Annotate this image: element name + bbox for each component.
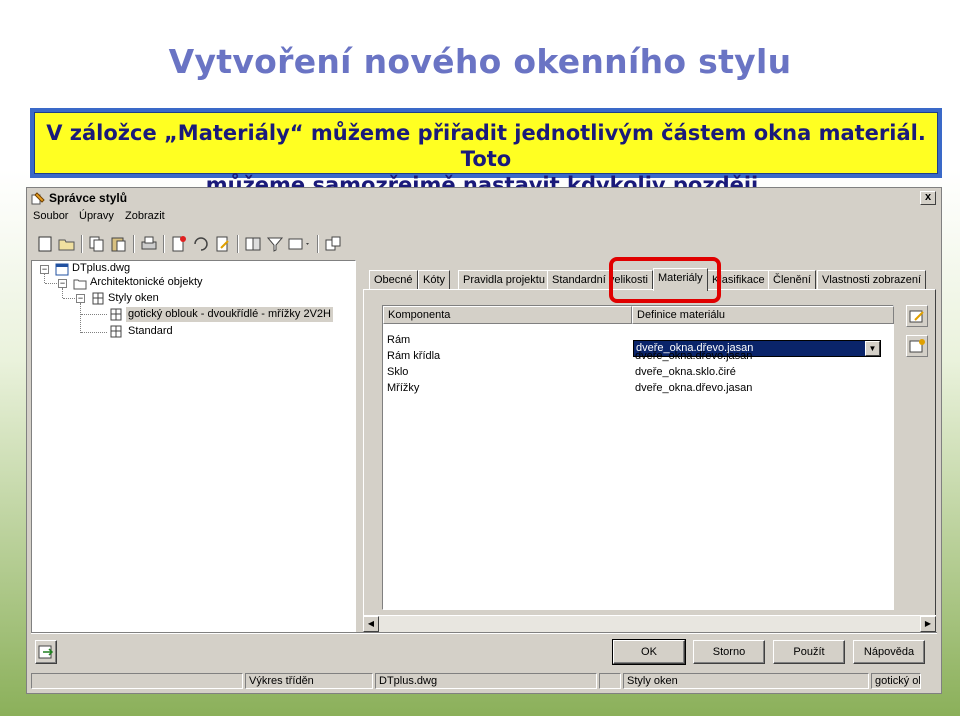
note-line-1: V záložce „Materiály“ můžeme přiřadit je…	[46, 121, 926, 171]
tree-styles[interactable]: Styly oken	[108, 291, 159, 306]
tree-item-standard[interactable]: Standard	[128, 324, 173, 339]
header-material[interactable]: Definice materiálu	[632, 306, 894, 324]
export-button[interactable]	[35, 640, 57, 664]
tab-highlight-frame	[609, 257, 721, 303]
collapse-icon[interactable]: −	[76, 294, 85, 303]
title-bar[interactable]: Správce stylů x	[27, 188, 941, 209]
tab-panel: Komponenta Definice materiálu Rám dveře_…	[363, 289, 936, 634]
tree-root[interactable]: DTplus.dwg	[72, 261, 130, 276]
window-title: Správce stylů	[49, 191, 128, 205]
paste-icon[interactable]	[109, 234, 129, 254]
menu-zobrazit[interactable]: Zobrazit	[125, 210, 165, 222]
row-component[interactable]: Sklo	[387, 366, 408, 378]
menu-soubor[interactable]: Soubor	[33, 210, 68, 222]
horizontal-scrollbar[interactable]: ◀ ▶	[363, 615, 936, 632]
status-category: Styly oken	[623, 673, 869, 689]
tab-zobrazeni[interactable]: Vlastnosti zobrazení	[817, 270, 927, 290]
edit-material-button[interactable]	[906, 305, 928, 327]
purge-icon[interactable]	[191, 234, 211, 254]
new-material-button[interactable]	[906, 335, 928, 357]
sync-icon[interactable]	[323, 234, 343, 254]
tree-folder[interactable]: Architektonické objekty	[90, 275, 203, 290]
status-file: DTplus.dwg	[375, 673, 597, 689]
copy-icon[interactable]	[87, 234, 107, 254]
view-list-icon[interactable]	[287, 234, 313, 254]
collapse-icon[interactable]: −	[40, 265, 49, 274]
cancel-button[interactable]: Storno	[693, 640, 765, 664]
edit-icon[interactable]	[213, 234, 233, 254]
menu-upravy[interactable]: Úpravy	[79, 210, 114, 222]
drawing-icon	[55, 263, 69, 276]
status-sort: Výkres tříděn	[245, 673, 373, 689]
chevron-down-icon[interactable]: ▼	[865, 341, 880, 356]
note-box: V záložce „Materiály“ můžeme přiřadit je…	[30, 108, 942, 197]
status-item: gotický ob	[871, 673, 921, 689]
app-icon	[31, 191, 45, 205]
new-style-icon[interactable]	[169, 234, 189, 254]
style-tree[interactable]: − DTplus.dwg − Architektonické objekty −…	[31, 260, 356, 634]
style-manager-window: Správce stylů x Soubor Úpravy Zobrazit −…	[26, 187, 942, 694]
scroll-left-icon[interactable]: ◀	[363, 616, 379, 632]
close-button[interactable]: x	[920, 191, 936, 205]
row-material[interactable]: dveře_okna.dřevo.jasan	[635, 382, 752, 394]
open-icon[interactable]	[57, 234, 77, 254]
window-style-icon	[109, 308, 123, 321]
properties-panel: Obecné Kóty Pravidla projektu Standardní…	[363, 268, 936, 634]
ok-button[interactable]: OK	[612, 639, 686, 665]
new-icon[interactable]	[35, 234, 55, 254]
row-component[interactable]: Rám	[387, 334, 410, 346]
header-component[interactable]: Komponenta	[383, 306, 632, 324]
scroll-right-icon[interactable]: ▶	[920, 616, 936, 632]
print-icon[interactable]	[139, 234, 159, 254]
toggle-view-icon[interactable]	[243, 234, 263, 254]
filter-icon[interactable]	[265, 234, 285, 254]
tab-koty[interactable]: Kóty	[418, 270, 451, 290]
row-component[interactable]: Mřížky	[387, 382, 419, 394]
row-component[interactable]: Rám křídla	[387, 350, 440, 362]
tab-cleneni[interactable]: Členění	[768, 270, 816, 290]
materials-grid: Komponenta Definice materiálu Rám dveře_…	[382, 305, 894, 610]
toolbar	[31, 232, 931, 258]
row-material[interactable]: dveře_okna.dřevo.jasan	[635, 350, 752, 362]
status-bar: Výkres tříděn DTplus.dwg Styly oken goti…	[27, 672, 941, 690]
tab-pravidla[interactable]: Pravidla projektu	[458, 270, 550, 290]
window-style-icon	[91, 292, 105, 305]
folder-icon	[73, 277, 87, 290]
collapse-icon[interactable]: −	[58, 279, 67, 288]
row-material[interactable]: dveře_okna.sklo.čiré	[635, 366, 736, 378]
tab-obecne[interactable]: Obecné	[369, 270, 418, 290]
slide-title: Vytvoření nového okenního stylu	[168, 42, 792, 81]
help-button[interactable]: Nápověda	[853, 640, 925, 664]
apply-button[interactable]: Použít	[773, 640, 845, 664]
window-style-icon	[109, 325, 123, 338]
tree-item-selected[interactable]: gotický oblouk - dvoukřídlé - mřížky 2V2…	[126, 307, 333, 322]
